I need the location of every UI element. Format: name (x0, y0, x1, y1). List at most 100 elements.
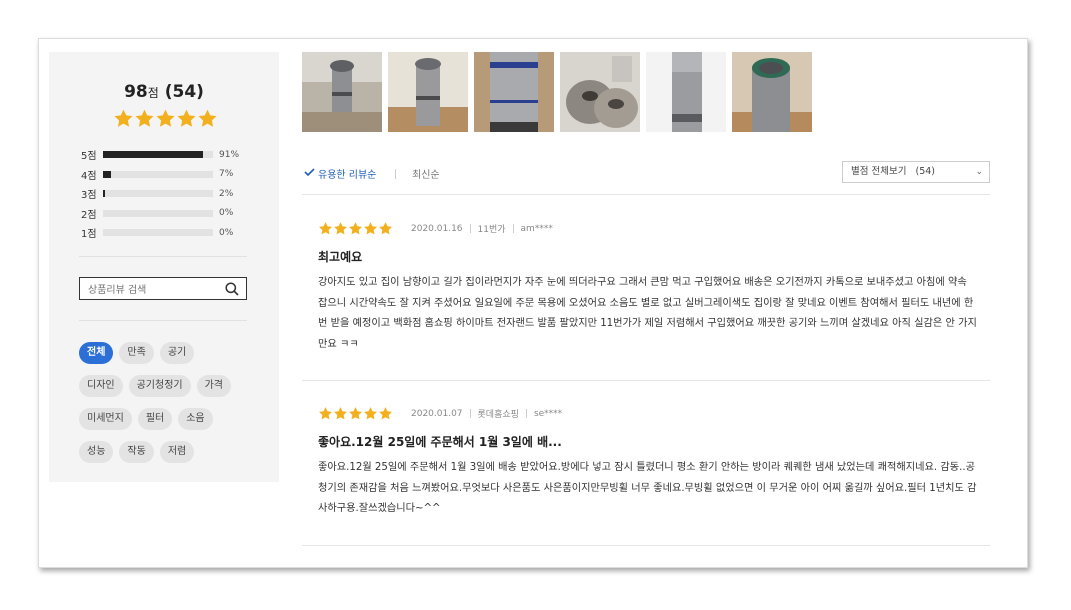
star-icon (334, 407, 347, 420)
rating-bar (103, 170, 213, 178)
divider (469, 409, 471, 418)
rating-row: 2점 0% (81, 204, 239, 224)
score-unit: 점 (147, 86, 159, 100)
review-panel: 98점 (54) 5점 91% 4점 7% 3점 2% 2점 0% 1점 0% 전체만족공기디자인… (38, 38, 1028, 568)
star-icon (135, 109, 154, 127)
review-date: 2020.01.16 (411, 223, 463, 234)
review-star-rating (318, 221, 393, 236)
star-icon (364, 222, 377, 235)
keyword-tag[interactable]: 소음 (178, 408, 213, 430)
review-user: se**** (533, 408, 563, 419)
star-icon (349, 407, 362, 420)
star-icon (349, 222, 362, 235)
rating-bar (103, 229, 213, 237)
star-icon (379, 222, 392, 235)
keyword-tag[interactable]: 미세먼지 (79, 408, 132, 430)
review-title: 좋아요.12월 25일에 주문해서 1월 3일에 배... (318, 435, 562, 449)
divider (395, 169, 396, 179)
keyword-tag[interactable]: 가격 (196, 375, 232, 397)
rating-bar-fill (103, 170, 111, 178)
rating-percent: 91% (219, 149, 240, 160)
review-photo[interactable] (646, 52, 726, 132)
review-search-input[interactable] (80, 280, 220, 301)
score-value: 98 (124, 82, 148, 102)
review-photo[interactable] (560, 52, 640, 132)
review-body: 좋아요.12월 25일에 주문해서 1월 3일에 배송 받았어요.방에다 넣고 … (318, 462, 977, 514)
keyword-tag[interactable]: 만족 (119, 342, 154, 364)
keyword-tag[interactable]: 성능 (79, 441, 114, 463)
rating-row: 3점 2% (81, 184, 239, 204)
star-icon (364, 407, 377, 420)
star-icon (198, 109, 217, 127)
rating-label: 4점 (81, 170, 97, 182)
search-icon[interactable] (225, 281, 239, 300)
divider (469, 224, 471, 233)
rating-label: 2점 (81, 209, 97, 221)
star-icon (334, 222, 347, 235)
rating-label: 1점 (81, 229, 97, 241)
review-store: 11번가 (477, 225, 506, 235)
divider (512, 224, 514, 233)
sort-recent[interactable]: 최신순 (412, 166, 440, 181)
sort-useful[interactable]: 유용한 리뷰순 (304, 166, 376, 181)
review-photo[interactable] (474, 52, 554, 132)
tag-row: 전체 만족 공기 (79, 342, 259, 364)
rating-percent: 0% (219, 208, 234, 219)
keyword-tag[interactable]: 전체 (79, 342, 114, 364)
review-title: 최고예요 (318, 250, 363, 264)
rating-distribution: 5점 91% 4점 7% 3점 2% 2점 0% 1점 0% (81, 145, 239, 243)
review-meta: 2020.01.07 롯데홈쇼핑 se**** (318, 406, 562, 421)
tag-row: 성능 작동 저렴 (79, 441, 259, 463)
keyword-tag[interactable]: 저렴 (159, 441, 195, 463)
star-icon (114, 109, 133, 127)
review-search-box (79, 277, 247, 301)
sort-useful-label: 유용한 리뷰순 (318, 170, 377, 181)
tag-row: 디자인 공기청정기 가격 (79, 375, 259, 397)
review-photo[interactable] (732, 52, 812, 132)
chevron-down-icon: ⌄ (975, 167, 983, 177)
review-photo-strip (302, 52, 818, 132)
star-filter-count: (54) (915, 166, 936, 177)
review-photo[interactable] (302, 52, 382, 132)
keyword-tag[interactable]: 작동 (119, 441, 154, 463)
star-icon (177, 109, 196, 127)
rating-percent: 0% (219, 227, 234, 238)
keyword-tag[interactable]: 공기 (159, 342, 195, 364)
review-star-rating (318, 406, 393, 421)
rating-row: 5점 91% (81, 145, 239, 165)
review-item: 2020.01.07 롯데홈쇼핑 se**** 좋아요.12월 25일에 주문해… (302, 381, 990, 546)
review-body: 강아지도 있고 집이 남향이고 길가 집이라먼지가 자주 눈에 띄더라구요 그래… (318, 277, 977, 350)
overall-score: 98점 (54) (49, 82, 279, 102)
keyword-tag[interactable]: 디자인 (79, 375, 123, 397)
keyword-tag[interactable]: 필터 (137, 408, 173, 430)
review-user: am**** (520, 223, 553, 234)
review-sort-bar: 유용한 리뷰순 최신순 별점 전체보기 (54) ⌄ (302, 161, 990, 195)
check-icon (304, 167, 315, 180)
rating-percent: 7% (219, 169, 234, 180)
divider (79, 256, 247, 257)
review-date: 2020.01.07 (411, 408, 463, 419)
rating-bar (103, 190, 213, 198)
star-filter-select[interactable]: 별점 전체보기 (54) ⌄ (842, 161, 990, 183)
star-filter-label: 별점 전체보기 (851, 166, 907, 177)
rating-label: 5점 (81, 151, 97, 163)
keyword-tag[interactable]: 공기청정기 (128, 375, 191, 397)
star-icon (379, 407, 392, 420)
review-store: 롯데홈쇼핑 (477, 410, 519, 420)
star-icon (319, 407, 332, 420)
rating-row: 4점 7% (81, 165, 239, 185)
tag-row: 미세먼지 필터 소음 (79, 408, 259, 430)
rating-bar-fill (103, 151, 204, 159)
divider (79, 320, 247, 321)
rating-percent: 2% (219, 188, 234, 199)
keyword-tags: 전체 만족 공기디자인 공기청정기 가격미세먼지 필터 소음성능 작동 저렴 (79, 342, 259, 474)
review-item: 2020.01.16 11번가 am**** 최고예요 강아지도 있고 집이 남… (302, 196, 990, 381)
rating-bar (103, 209, 213, 217)
rating-bar-fill (103, 190, 106, 198)
star-icon (319, 222, 332, 235)
review-photo[interactable] (388, 52, 468, 132)
rating-label: 3점 (81, 190, 97, 202)
overall-star-rating (113, 108, 218, 129)
rating-bar (103, 151, 213, 159)
star-icon (156, 109, 175, 127)
